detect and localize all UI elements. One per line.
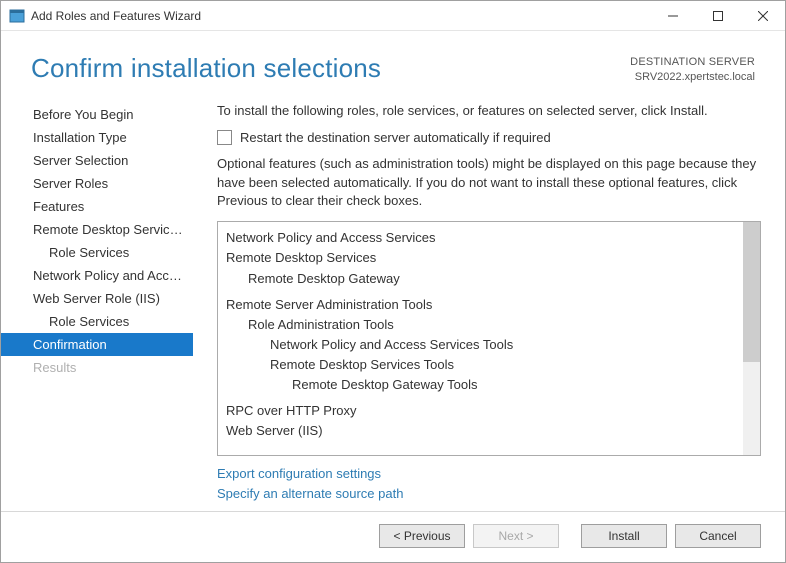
intro-text: To install the following roles, role ser… — [217, 103, 761, 118]
list-item[interactable]: Role Administration Tools — [226, 315, 735, 335]
list-item[interactable]: Web Server (IIS) — [226, 421, 735, 441]
destination-server-label: DESTINATION SERVER — [630, 55, 755, 70]
body: Before You BeginInstallation TypeServer … — [1, 93, 785, 511]
sidebar-item[interactable]: Web Server Role (IIS) — [1, 287, 193, 310]
list-item[interactable]: Remote Server Administration Tools — [226, 295, 735, 315]
close-button[interactable] — [740, 1, 785, 31]
sidebar-item[interactable]: Role Services — [1, 241, 193, 264]
selections-listbox-inner: Network Policy and Access ServicesRemote… — [218, 222, 743, 455]
footer: < Previous Next > Install Cancel — [1, 511, 785, 562]
list-item[interactable]: Network Policy and Access Services — [226, 228, 735, 248]
sidebar-item[interactable]: Installation Type — [1, 126, 193, 149]
main-panel: To install the following roles, role ser… — [193, 99, 785, 511]
export-config-link[interactable]: Export configuration settings — [217, 464, 761, 484]
list-item[interactable]: Remote Desktop Services — [226, 248, 735, 268]
links-block: Export configuration settings Specify an… — [217, 456, 761, 511]
install-button[interactable]: Install — [581, 524, 667, 548]
destination-server-block: DESTINATION SERVER SRV2022.xpertstec.loc… — [630, 53, 755, 85]
restart-checkbox-row: Restart the destination server automatic… — [217, 130, 761, 145]
restart-checkbox[interactable] — [217, 130, 232, 145]
cancel-button[interactable]: Cancel — [675, 524, 761, 548]
scrollbar-thumb[interactable] — [743, 222, 760, 362]
list-item[interactable]: RPC over HTTP Proxy — [226, 401, 735, 421]
next-button: Next > — [473, 524, 559, 548]
minimize-button[interactable] — [650, 1, 695, 31]
previous-button[interactable]: < Previous — [379, 524, 465, 548]
sidebar-item[interactable]: Server Roles — [1, 172, 193, 195]
header: Confirm installation selections DESTINAT… — [1, 31, 785, 93]
destination-server-value: SRV2022.xpertstec.local — [630, 70, 755, 85]
maximize-button[interactable] — [695, 1, 740, 31]
sidebar-item[interactable]: Features — [1, 195, 193, 218]
titlebar: Add Roles and Features Wizard — [1, 1, 785, 31]
page-title: Confirm installation selections — [31, 53, 630, 84]
optional-features-note: Optional features (such as administratio… — [217, 155, 761, 212]
sidebar-item[interactable]: Role Services — [1, 310, 193, 333]
selections-listbox[interactable]: Network Policy and Access ServicesRemote… — [217, 221, 761, 456]
restart-checkbox-label: Restart the destination server automatic… — [240, 130, 551, 145]
list-item[interactable]: Network Policy and Access Services Tools — [226, 335, 735, 355]
sidebar-item[interactable]: Remote Desktop Services — [1, 218, 193, 241]
scrollbar[interactable] — [743, 222, 760, 455]
app-icon — [9, 8, 25, 24]
sidebar: Before You BeginInstallation TypeServer … — [1, 99, 193, 511]
sidebar-item[interactable]: Confirmation — [1, 333, 193, 356]
list-item[interactable]: Remote Desktop Gateway Tools — [226, 375, 735, 395]
window-title: Add Roles and Features Wizard — [31, 9, 650, 23]
sidebar-item: Results — [1, 356, 193, 379]
alternate-source-link[interactable]: Specify an alternate source path — [217, 484, 761, 504]
sidebar-item[interactable]: Server Selection — [1, 149, 193, 172]
sidebar-item[interactable]: Network Policy and Acces... — [1, 264, 193, 287]
sidebar-item[interactable]: Before You Begin — [1, 103, 193, 126]
list-item[interactable]: Remote Desktop Gateway — [226, 269, 735, 289]
list-item[interactable]: Remote Desktop Services Tools — [226, 355, 735, 375]
